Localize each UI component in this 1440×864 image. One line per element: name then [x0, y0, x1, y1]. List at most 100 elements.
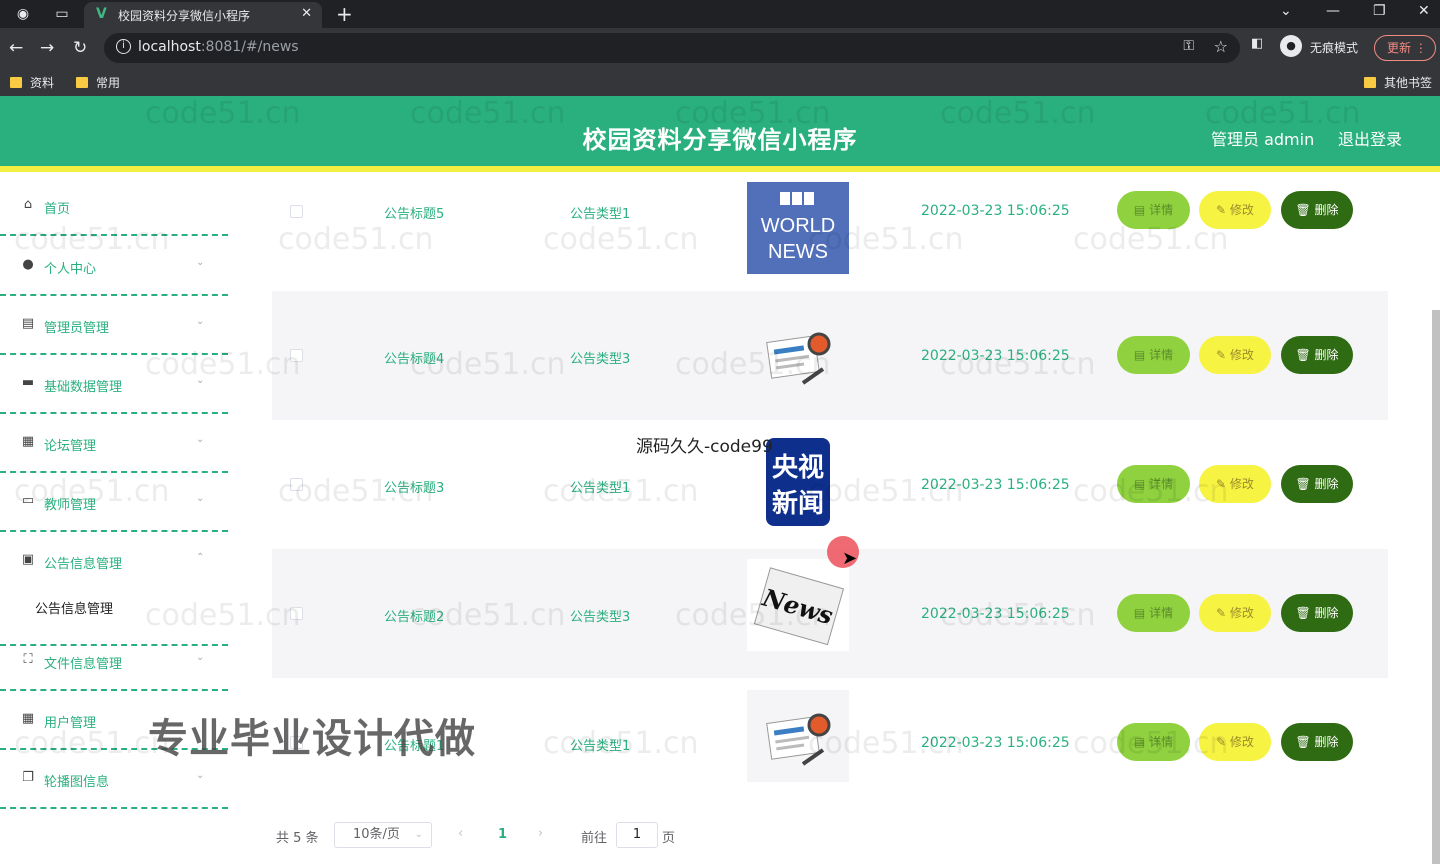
chevron-down-icon: ⌄ [196, 375, 205, 386]
notice-title: 公告标题2 [384, 610, 445, 625]
detail-button[interactable]: ▤ 详情 [1117, 191, 1190, 229]
chat-icon: ▬ [21, 375, 35, 390]
bookmark-star-icon[interactable]: ☆ [1214, 37, 1228, 56]
sidebar-item-label: 公告信息管理 [44, 557, 123, 572]
notice-time: 2022-03-23 15:06:25 [921, 606, 1070, 622]
sidebar-item-profile[interactable]: ● 个人中心 ⌄ [0, 238, 228, 296]
notice-title: 公告标题5 [384, 207, 445, 222]
back-icon[interactable]: ← [9, 38, 23, 58]
file-icon: ⛶ [23, 652, 33, 667]
sidebar-item-home[interactable]: ⌂ 首页 [0, 178, 228, 236]
site-info-icon[interactable]: i [116, 39, 131, 54]
notice-image [747, 690, 849, 782]
incognito-label: 无痕模式 [1310, 41, 1359, 55]
detail-button[interactable]: ▤ 详情 [1117, 336, 1190, 374]
tab-search-icon[interactable]: ▭ [53, 5, 71, 23]
address-bar-row: ← → ↻ i localhost:8081/#/news ⚿ ☆ ◧ ● 无痕… [0, 28, 1440, 68]
bbc-world-news-logo: WORLD NEWS [747, 182, 849, 274]
sidebar-item-label: 基础数据管理 [44, 380, 123, 395]
admin-label: 管理员 admin [1211, 130, 1315, 149]
sidebar-item-admins[interactable]: ▤ 管理员管理 ⌄ [0, 297, 228, 355]
restore-icon[interactable]: ❐ [1373, 3, 1386, 19]
delete-button[interactable]: 🗑 删除 [1281, 723, 1353, 761]
detail-button[interactable]: ▤ 详情 [1117, 723, 1190, 761]
svg-text:央视: 央视 [772, 453, 824, 483]
home-icon: ⌂ [23, 197, 33, 212]
chevron-up-icon: ⌃ [196, 552, 205, 563]
scrollbar[interactable] [1432, 310, 1440, 864]
bookmark-folder-ziliao[interactable]: 资料 [10, 74, 54, 91]
logout-link[interactable]: 退出登录 [1338, 126, 1402, 150]
browser-menu-icon[interactable]: ◉ [14, 5, 32, 23]
delete-button[interactable]: 🗑 删除 [1281, 336, 1353, 374]
edit-button[interactable]: ✎ 修改 [1199, 723, 1271, 761]
table-row: 公告标题5 公告类型1 WORLD NEWS 2022-03-23 15:06:… [272, 162, 1388, 291]
delete-button[interactable]: 🗑 删除 [1281, 191, 1353, 229]
copy-icon: ❐ [22, 770, 34, 785]
detail-button[interactable]: ▤ 详情 [1117, 465, 1190, 503]
sidebar-item-label: 个人中心 [44, 262, 97, 277]
row-checkbox[interactable] [290, 349, 303, 362]
new-tab-icon[interactable]: + [336, 2, 353, 26]
prev-page-icon[interactable]: ‹ [458, 826, 463, 841]
row-checkbox[interactable] [290, 607, 303, 620]
url-text: localhost:8081/#/news [138, 39, 299, 55]
svg-text:WORLD: WORLD [761, 215, 835, 237]
newspaper-illustration [747, 690, 849, 782]
vue-favicon-icon: V [96, 6, 107, 22]
promo-overlay: 专业毕业设计代做 [148, 716, 476, 762]
close-window-icon[interactable]: ✕ [1418, 3, 1430, 19]
next-page-icon[interactable]: › [538, 826, 543, 841]
submenu-notices-manage[interactable]: 公告信息管理 [35, 598, 113, 617]
chevron-down-icon: ⌄ [196, 316, 205, 327]
sidebar-item-forum[interactable]: ▦ 论坛管理 ⌄ [0, 415, 228, 473]
forum-icon: ▦ [21, 434, 35, 449]
table-row: 公告标题3 公告类型1 央视 新闻 2022-03-23 15:06:25 ▤ … [272, 420, 1388, 549]
password-key-icon[interactable]: ⚿ [1183, 38, 1194, 54]
edit-button[interactable]: ✎ 修改 [1199, 336, 1271, 374]
close-tab-icon[interactable]: ✕ [301, 6, 312, 21]
page-size-select[interactable]: 10条/页 ⌄ [334, 822, 432, 848]
current-page[interactable]: 1 [498, 827, 507, 842]
clipboard-icon: ▣ [21, 552, 35, 567]
edit-button[interactable]: ✎ 修改 [1199, 594, 1271, 632]
chevron-down-icon: ⌄ [196, 434, 205, 445]
delete-button[interactable]: 🗑 删除 [1281, 465, 1353, 503]
bookmark-folder-other[interactable]: 其他书签 [1364, 74, 1432, 91]
browser-tab[interactable]: V 校园资料分享微信小程序 ✕ [84, 2, 322, 28]
sidebar-item-label: 教师管理 [44, 498, 97, 513]
folder-icon [1364, 77, 1376, 88]
row-checkbox[interactable] [290, 205, 303, 218]
newspaper-illustration [747, 309, 849, 401]
notice-title: 公告标题3 [384, 481, 445, 496]
detail-button[interactable]: ▤ 详情 [1117, 594, 1190, 632]
doc-icon: ▤ [21, 316, 35, 331]
forward-icon[interactable]: → [40, 38, 54, 58]
notice-type: 公告类型3 [570, 352, 631, 367]
side-panel-icon[interactable]: ◧ [1251, 36, 1263, 51]
total-count: 共 5 条 [276, 831, 319, 846]
notice-image [747, 309, 849, 401]
edit-button[interactable]: ✎ 修改 [1199, 191, 1271, 229]
delete-button[interactable]: 🗑 删除 [1281, 594, 1353, 632]
sidebar-item-basic-data[interactable]: ▬ 基础数据管理 ⌄ [0, 356, 228, 414]
bookmark-folder-changyong[interactable]: 常用 [76, 74, 120, 91]
url-input[interactable]: i localhost:8081/#/news ⚿ ☆ [104, 33, 1240, 63]
sidebar-item-files[interactable]: ⛶ 文件信息管理 ⌄ [0, 633, 228, 691]
table-row: 公告标题4 公告类型3 2022-03-23 15:06:25 ▤ 详情 ✎ 修… [272, 291, 1388, 420]
news-paper-logo: News [747, 559, 849, 651]
update-button[interactable]: 更新 ⋮ [1374, 35, 1436, 61]
minimize-icon[interactable]: — [1326, 3, 1340, 19]
row-checkbox[interactable] [290, 478, 303, 491]
browser-tab-bar: ◉ ▭ V 校园资料分享微信小程序 ✕ + ⌄ — ❐ ✕ [0, 0, 1440, 28]
notice-image: WORLD NEWS [747, 182, 849, 274]
sidebar-item-notices[interactable]: ▣ 公告信息管理 ⌃ [0, 533, 228, 646]
svg-text:NEWS: NEWS [768, 241, 828, 263]
goto-page-input[interactable]: 1 [616, 822, 658, 848]
sidebar-item-teachers[interactable]: ▭ 教师管理 ⌄ [0, 474, 228, 532]
reload-icon[interactable]: ↻ [73, 38, 87, 58]
tab-list-icon[interactable]: ⌄ [1280, 3, 1292, 19]
edit-button[interactable]: ✎ 修改 [1199, 465, 1271, 503]
table-row: 公告标题2 公告类型3 News 2022-03-23 15:06:25 ▤ 详… [272, 549, 1388, 678]
page-suffix: 页 [662, 831, 676, 846]
